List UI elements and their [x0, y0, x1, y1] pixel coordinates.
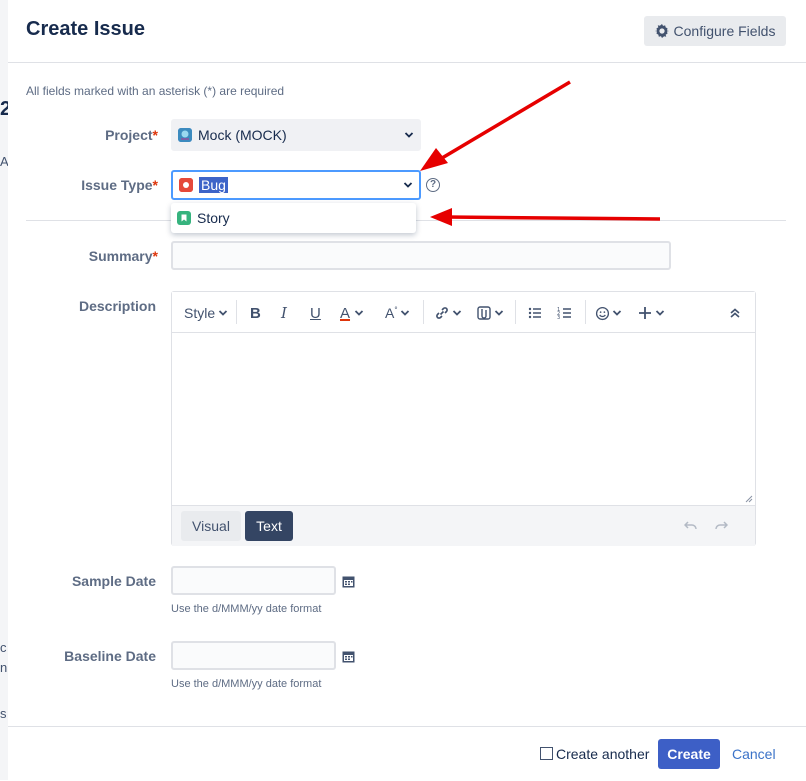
style-dropdown[interactable]: Style	[184, 304, 228, 322]
numbered-list-icon[interactable]: 123	[557, 304, 573, 322]
baseline-date-input[interactable]	[171, 641, 336, 670]
description-label: Description	[78, 298, 156, 314]
summary-label-text: Summary	[88, 248, 153, 264]
italic-icon[interactable]: I	[281, 304, 287, 322]
calendar-icon[interactable]	[342, 650, 355, 663]
chevron-down-icon	[404, 132, 414, 138]
issue-type-label-text: Issue Type	[81, 177, 153, 193]
create-button[interactable]: Create	[658, 739, 720, 769]
story-icon	[177, 211, 191, 225]
text-styles-icon[interactable]: A°	[385, 304, 410, 322]
underline-icon[interactable]: U	[310, 304, 321, 322]
description-textarea[interactable]	[172, 333, 755, 505]
attachment-icon[interactable]	[476, 304, 504, 322]
project-avatar-icon	[178, 128, 192, 142]
bug-icon	[179, 178, 193, 192]
project-select[interactable]: Mock (MOCK)	[171, 119, 421, 151]
description-editor: Style B I U A A° 1 2 3 Visual Text	[171, 291, 756, 546]
toolbar-separator	[423, 300, 424, 324]
gear-icon	[654, 24, 669, 38]
calendar-icon[interactable]	[342, 575, 355, 588]
toolbar-separator	[585, 300, 586, 324]
editor-footer: Visual Text	[172, 505, 755, 546]
project-select-value: Mock (MOCK)	[198, 127, 287, 143]
issue-type-select-value: Bug	[199, 177, 228, 193]
emoji-icon[interactable]	[595, 304, 622, 322]
resize-handle-icon[interactable]	[745, 495, 753, 503]
required-asterisk: *	[152, 177, 158, 193]
link-icon[interactable]	[434, 304, 462, 322]
baseline-date-hint: Use the d/MMM/yy date format	[171, 678, 322, 690]
create-issue-dialog: Create Issue Configure Fields All fields…	[8, 0, 806, 780]
chevron-down-icon	[403, 182, 413, 188]
project-label: Project*	[8, 127, 158, 143]
required-asterisk: *	[152, 127, 158, 143]
style-dropdown-label: Style	[184, 305, 216, 321]
sample-date-label: Sample Date	[71, 573, 156, 589]
text-tab[interactable]: Text	[245, 511, 293, 541]
required-asterisk: *	[152, 248, 158, 264]
baseline-date-label: Baseline Date	[64, 648, 156, 664]
toolbar-separator	[236, 300, 237, 324]
required-fields-note: All fields marked with an asterisk (*) a…	[26, 84, 285, 98]
visual-tab[interactable]: Visual	[181, 511, 241, 541]
sample-date-input[interactable]	[171, 566, 336, 595]
dropdown-option-label: Story	[197, 210, 230, 226]
editor-toolbar: Style B I U A A° 1 2 3	[172, 292, 755, 333]
dialog-title: Create Issue	[26, 18, 145, 40]
redo-icon[interactable]	[714, 520, 728, 532]
toolbar-separator	[515, 300, 516, 324]
undo-icon[interactable]	[684, 520, 698, 532]
summary-input[interactable]	[171, 241, 671, 270]
collapse-toolbar-icon[interactable]	[729, 304, 741, 322]
bullet-list-icon[interactable]	[527, 304, 543, 322]
dialog-header: Create Issue Configure Fields	[8, 0, 806, 63]
create-another-checkbox[interactable]	[540, 747, 553, 760]
cancel-link[interactable]: Cancel	[732, 746, 776, 762]
dropdown-option-story[interactable]: Story	[171, 203, 416, 233]
create-another-label[interactable]: Create another	[556, 746, 649, 762]
sample-date-hint: Use the d/MMM/yy date format	[171, 603, 322, 615]
issue-type-select[interactable]: Bug	[171, 170, 421, 200]
project-label-text: Project	[105, 127, 153, 143]
insert-more-icon[interactable]	[638, 304, 665, 322]
configure-fields-button[interactable]: Configure Fields	[644, 16, 786, 46]
svg-text:3: 3	[557, 315, 560, 321]
text-color-icon[interactable]: A	[340, 304, 364, 322]
help-icon[interactable]: ?	[426, 178, 440, 192]
chevron-down-icon	[218, 310, 228, 316]
summary-label: Summary*	[8, 248, 158, 264]
issue-type-dropdown: Story	[171, 203, 416, 233]
issue-type-label: Issue Type*	[8, 177, 158, 193]
configure-fields-label: Configure Fields	[673, 23, 776, 39]
background-text: s	[0, 706, 7, 721]
bold-icon[interactable]: B	[250, 304, 261, 322]
